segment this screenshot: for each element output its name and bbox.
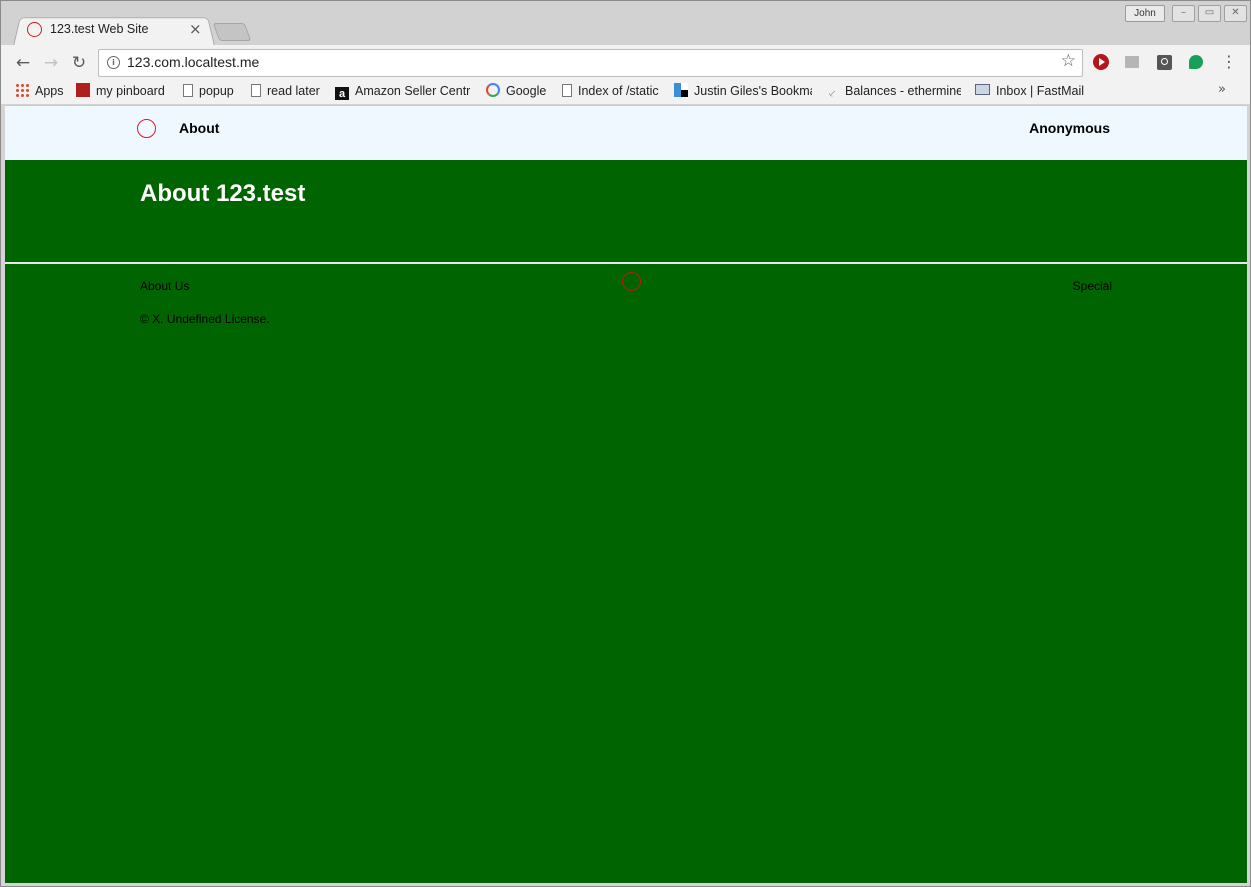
delicious-icon [674, 83, 688, 97]
bookmark-amazon-seller[interactable]: a Amazon Seller Centr [335, 82, 471, 100]
reader-extension-icon[interactable] [1125, 56, 1139, 68]
site-header: About Anonymous [5, 106, 1247, 160]
bookmark-label: Google [506, 84, 547, 98]
amazon-icon: a [335, 87, 349, 100]
site-info-icon[interactable]: i [107, 56, 120, 69]
chat-extension-icon[interactable] [1189, 55, 1203, 69]
page-icon [251, 84, 261, 97]
google-icon [486, 83, 500, 97]
active-tab-content[interactable]: 123.test Web Site × [27, 20, 207, 41]
tab-strip: 123.test Web Site × John – ▭ ✕ [1, 1, 1250, 46]
minimize-button[interactable]: – [1172, 5, 1195, 22]
tab-title: 123.test Web Site [50, 22, 149, 36]
bookmark-apps[interactable]: Apps [15, 82, 64, 100]
nav-user-menu[interactable]: Anonymous [1029, 120, 1110, 136]
url-text: 123.com.localtest.me [127, 54, 260, 70]
bookmark-label: Amazon Seller Centr [355, 84, 471, 98]
browser-menu-icon[interactable]: ⋮ [1221, 53, 1237, 71]
pinboard-icon [76, 83, 90, 97]
new-tab-button[interactable] [212, 23, 252, 41]
bookmark-label: Inbox | FastMail [996, 84, 1085, 98]
copyright-notice: © X. Undefined License. [140, 312, 270, 326]
bookmark-index-static[interactable]: Index of /static [562, 82, 659, 100]
bookmark-label: Index of /static [578, 84, 659, 98]
page-icon [183, 84, 193, 97]
web-page: About Anonymous About 123.test About Us … [5, 105, 1247, 883]
apps-grid-icon [15, 83, 29, 97]
site-favicon-icon [27, 22, 42, 37]
ethermine-icon: ⸔ [827, 88, 837, 100]
tab-close-icon[interactable]: × [189, 20, 202, 38]
browser-toolbar: ← → ↻ i 123.com.localtest.me ☆ ⋮ [1, 45, 1250, 79]
bookmark-label: Apps [35, 84, 64, 98]
bookmark-label: Justin Giles's Bookma [694, 84, 812, 98]
profile-button[interactable]: John [1125, 5, 1165, 22]
key-extension-icon[interactable] [1157, 55, 1172, 70]
footer-divider [5, 262, 1247, 264]
bookmark-my-pinboard[interactable]: my pinboard [76, 82, 165, 100]
video-extension-icon[interactable] [1093, 54, 1109, 70]
site-logo-icon[interactable] [137, 119, 156, 138]
bookmark-inbox-fastmail[interactable]: Inbox | FastMail [975, 82, 1084, 100]
reload-icon[interactable]: ↻ [69, 53, 89, 73]
mail-icon [975, 84, 990, 95]
back-arrow-icon[interactable]: ← [13, 53, 33, 73]
bookmark-label: Balances - ethermine [845, 84, 961, 98]
bookmark-read-later[interactable]: read later [251, 82, 320, 100]
bookmark-google[interactable]: Google [486, 82, 546, 100]
footer-link-special[interactable]: Special [1073, 279, 1112, 293]
forward-arrow-icon[interactable]: → [41, 53, 61, 73]
bookmark-label: my pinboard [96, 84, 165, 98]
bookmark-star-icon[interactable]: ☆ [1061, 51, 1076, 71]
bookmark-label: popup [199, 84, 234, 98]
footer-link-about-us[interactable]: About Us [140, 279, 189, 293]
bookmarks-overflow-icon[interactable]: » [1218, 82, 1226, 97]
bookmark-justin-giles[interactable]: Justin Giles's Bookma [674, 82, 812, 100]
bookmarks-bar: Apps my pinboard popup read later a Amazo… [1, 79, 1250, 104]
maximize-button[interactable]: ▭ [1198, 5, 1221, 22]
browser-window: 123.test Web Site × John – ▭ ✕ ← → ↻ i 1… [0, 0, 1251, 887]
address-bar[interactable]: i 123.com.localtest.me ☆ [98, 49, 1083, 77]
bookmark-popup[interactable]: popup [183, 82, 234, 100]
page-icon [562, 84, 572, 97]
nav-link-about[interactable]: About [179, 120, 219, 136]
bookmark-balances-ethermine[interactable]: ⸔ Balances - ethermine [825, 82, 961, 100]
bookmark-label: read later [267, 84, 320, 98]
page-title: About 123.test [140, 180, 306, 207]
footer-logo-icon [622, 272, 641, 291]
close-window-button[interactable]: ✕ [1224, 5, 1247, 22]
